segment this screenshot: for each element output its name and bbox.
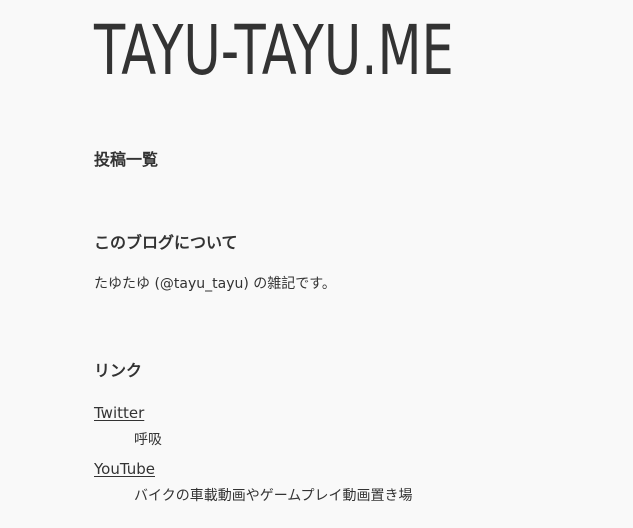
posts-heading[interactable]: 投稿一覧 [94,149,158,171]
twitter-link[interactable]: Twitter [94,403,144,423]
about-heading: このブログについて [94,233,238,252]
site-title[interactable]: TAYU-TAYU.ME [94,8,454,94]
youtube-link-description: バイクの車載動画やゲームプレイ動画置き場 [134,488,413,504]
links-heading: リンク [94,361,143,380]
about-description: たゆたゆ (@tayu_tayu) の雑記です。 [94,276,336,292]
youtube-link[interactable]: YouTube [94,459,155,479]
twitter-link-description: 呼吸 [134,432,162,448]
